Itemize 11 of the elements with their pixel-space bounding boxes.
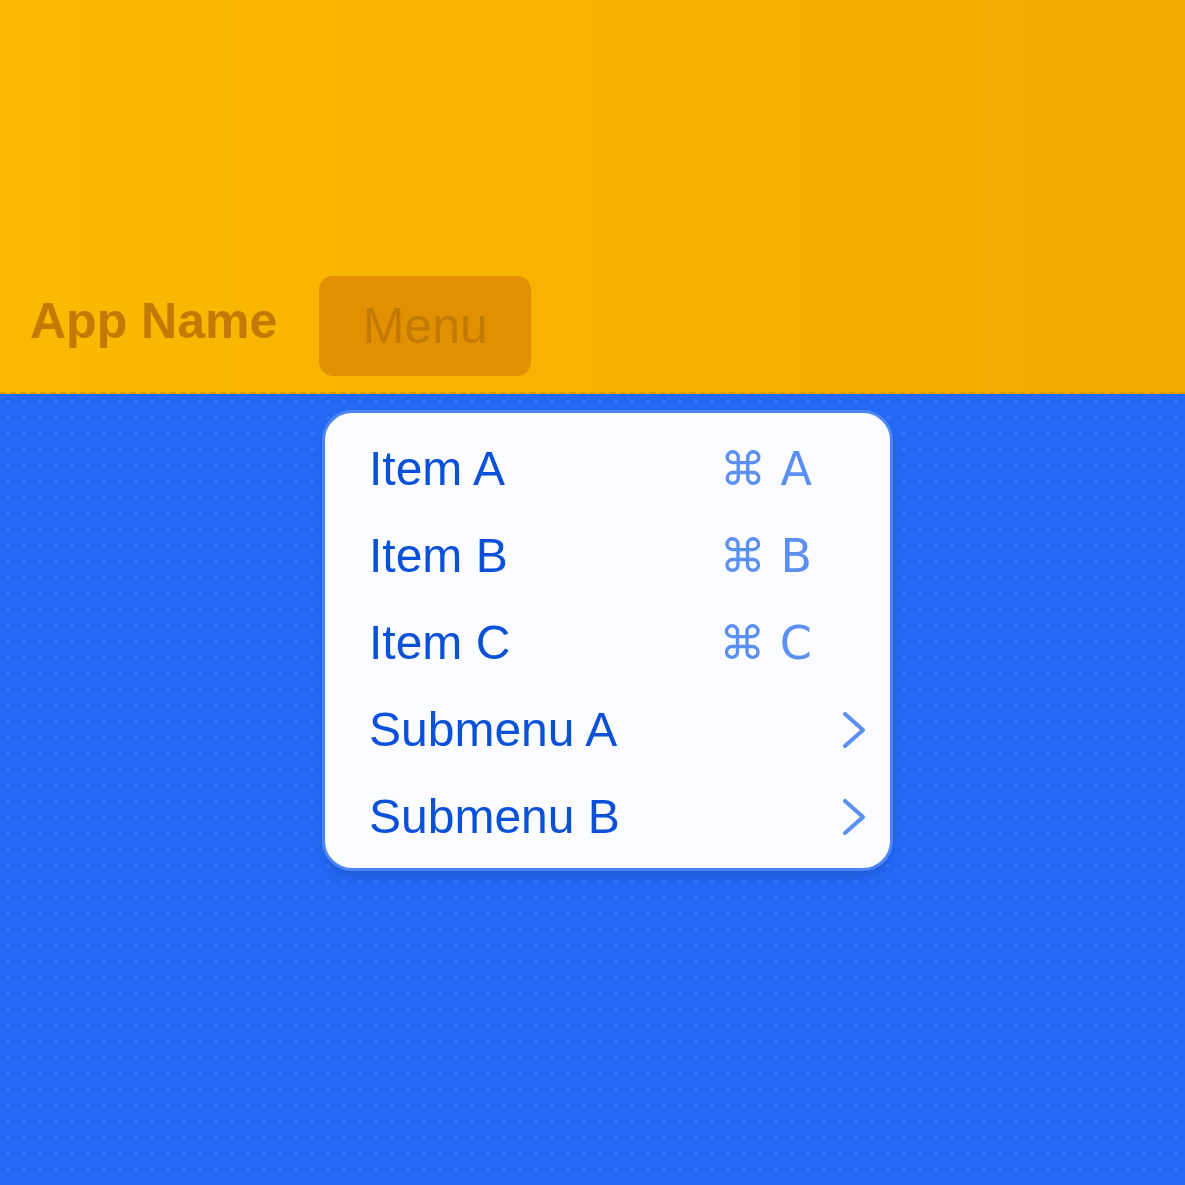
keyboard-shortcut: ⌘ B: [719, 532, 812, 579]
app-name: App Name: [30, 296, 278, 346]
menu-item[interactable]: Item C: [369, 618, 511, 667]
chevron-right-icon: [843, 798, 865, 835]
chevron-right-icon: [843, 711, 865, 748]
menu-item[interactable]: Item B: [369, 531, 508, 580]
submenu-item[interactable]: Submenu A: [369, 705, 618, 754]
keyboard-shortcut: ⌘ C: [719, 619, 812, 666]
submenu-item[interactable]: Submenu B: [369, 792, 620, 841]
menu-item[interactable]: Item A: [369, 444, 506, 493]
keyboard-shortcut: ⌘ A: [719, 445, 812, 492]
